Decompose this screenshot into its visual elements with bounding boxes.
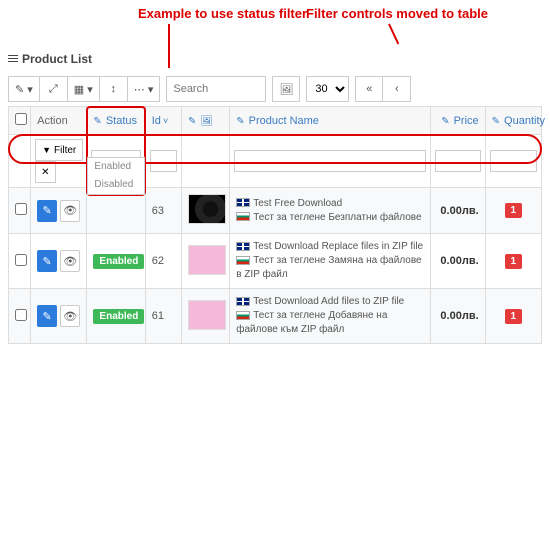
row-checkbox[interactable] <box>15 203 27 215</box>
header-id[interactable]: Id <box>145 107 181 135</box>
filter-clear-button[interactable] <box>35 161 55 183</box>
status-badge: Enabled <box>93 309 144 324</box>
row-checkbox[interactable] <box>15 254 27 266</box>
filter-qty-input[interactable] <box>490 150 537 172</box>
toolbar-compact-button[interactable]: ↕ <box>100 76 128 102</box>
search-input[interactable] <box>166 76 266 102</box>
panel-title-text: Product List <box>22 52 92 66</box>
panel-title: Product List <box>8 52 542 66</box>
product-thumbnail[interactable] <box>188 245 226 275</box>
header-price[interactable]: Price <box>431 107 485 135</box>
toolbar-save-button[interactable]: ✎ ▾ <box>8 76 40 102</box>
flag-bg-icon <box>236 212 250 221</box>
product-name-bg: Тест за теглене Безплатни файлове <box>253 212 421 223</box>
select-all-checkbox[interactable] <box>15 113 27 125</box>
row-checkbox[interactable] <box>15 309 27 321</box>
product-name-en: Test Download Add files to ZIP file <box>253 296 404 307</box>
toolbar-more-button[interactable]: ⋯ ▾ <box>128 76 161 102</box>
status-badge: Enabled <box>93 254 144 269</box>
header-quantity[interactable]: Quantity <box>485 107 541 135</box>
header-image[interactable] <box>181 107 229 135</box>
toolbar: ✎ ▾ ⤢ ▦ ▾ ↕ ⋯ ▾ 🖼 30 « ‹ <box>8 76 542 102</box>
quantity-badge: 1 <box>505 309 523 324</box>
page-first-button[interactable]: « <box>355 76 383 102</box>
filter-status-dropdown[interactable]: Enabled Disabled <box>87 157 144 195</box>
list-icon <box>8 52 18 66</box>
id-cell: 61 <box>145 289 181 344</box>
edit-button[interactable]: ✎ <box>37 200 57 222</box>
product-name-bg: Тест за теглене Замяна на файлове в ZIP … <box>236 255 421 280</box>
table-row: ✎ 👁 Enabled 61 Test Download Add files t… <box>9 289 542 344</box>
filter-name-input[interactable] <box>234 150 426 172</box>
table-row: ✎ 👁 Enabled 62 Test Download Replace fil… <box>9 234 542 289</box>
view-button[interactable]: 👁 <box>60 250 80 272</box>
quantity-badge: 1 <box>505 203 523 218</box>
edit-button[interactable]: ✎ <box>37 250 57 272</box>
header-status[interactable]: Status <box>87 107 145 135</box>
price-cell: 0.00лв. <box>431 289 485 344</box>
product-name-cell: Test Free Download Тест за теглене Безпл… <box>230 188 431 234</box>
product-thumbnail[interactable] <box>188 194 226 224</box>
product-thumbnail[interactable] <box>188 300 226 330</box>
header-row: Action Status Id Product Name Price Quan… <box>9 107 542 135</box>
status-option-enabled[interactable]: Enabled <box>88 158 143 176</box>
annotation-status-filter: Example to use status filter <box>138 6 307 21</box>
product-name-cell: Test Download Replace files in ZIP file … <box>230 234 431 289</box>
filter-price-input[interactable] <box>435 150 480 172</box>
filter-action-cell: Filter <box>31 135 87 188</box>
header-action: Action <box>31 107 87 135</box>
header-name[interactable]: Product Name <box>230 107 431 135</box>
price-cell: 0.00лв. <box>431 234 485 289</box>
search-image-button[interactable]: 🖼 <box>272 76 300 102</box>
price-cell: 0.00лв. <box>431 188 485 234</box>
view-button[interactable]: 👁 <box>60 305 80 327</box>
flag-gb-icon <box>236 198 250 207</box>
edit-button[interactable]: ✎ <box>37 305 57 327</box>
filter-row: Filter ˅ Enabled Disabled <box>9 135 542 188</box>
close-icon <box>41 167 49 178</box>
status-cell: Enabled <box>87 234 145 289</box>
filter-id-input[interactable] <box>150 150 177 172</box>
product-name-bg: Тест за теглене Добавяне на файлове към … <box>236 310 387 335</box>
id-cell: 63 <box>145 188 181 234</box>
quantity-badge: 1 <box>505 254 523 269</box>
product-name-en: Test Download Replace files in ZIP file <box>253 241 423 252</box>
annotation-filter-moved: Filter controls moved to table <box>306 6 488 21</box>
flag-bg-icon <box>236 311 250 320</box>
product-name-en: Test Free Download <box>253 198 342 209</box>
status-option-disabled[interactable]: Disabled <box>88 176 143 194</box>
status-cell: Enabled <box>87 289 145 344</box>
flag-bg-icon <box>236 256 250 265</box>
annotations: Example to use status filter Filter cont… <box>8 6 542 52</box>
product-name-cell: Test Download Add files to ZIP file Тест… <box>230 289 431 344</box>
id-cell: 62 <box>145 234 181 289</box>
pagesize-select[interactable]: 30 <box>306 76 349 102</box>
toolbar-expand-button[interactable]: ⤢ <box>40 76 68 102</box>
flag-gb-icon <box>236 297 250 306</box>
view-button[interactable]: 👁 <box>60 200 80 222</box>
toolbar-grid-button[interactable]: ▦ ▾ <box>68 76 100 102</box>
header-check[interactable] <box>9 107 31 135</box>
page-prev-button[interactable]: ‹ <box>383 76 411 102</box>
product-table: Action Status Id Product Name Price Quan… <box>8 106 542 344</box>
filter-status-cell[interactable]: ˅ Enabled Disabled <box>87 135 145 188</box>
filter-button[interactable]: Filter <box>35 139 83 161</box>
flag-gb-icon <box>236 242 250 251</box>
funnel-icon <box>42 145 51 156</box>
